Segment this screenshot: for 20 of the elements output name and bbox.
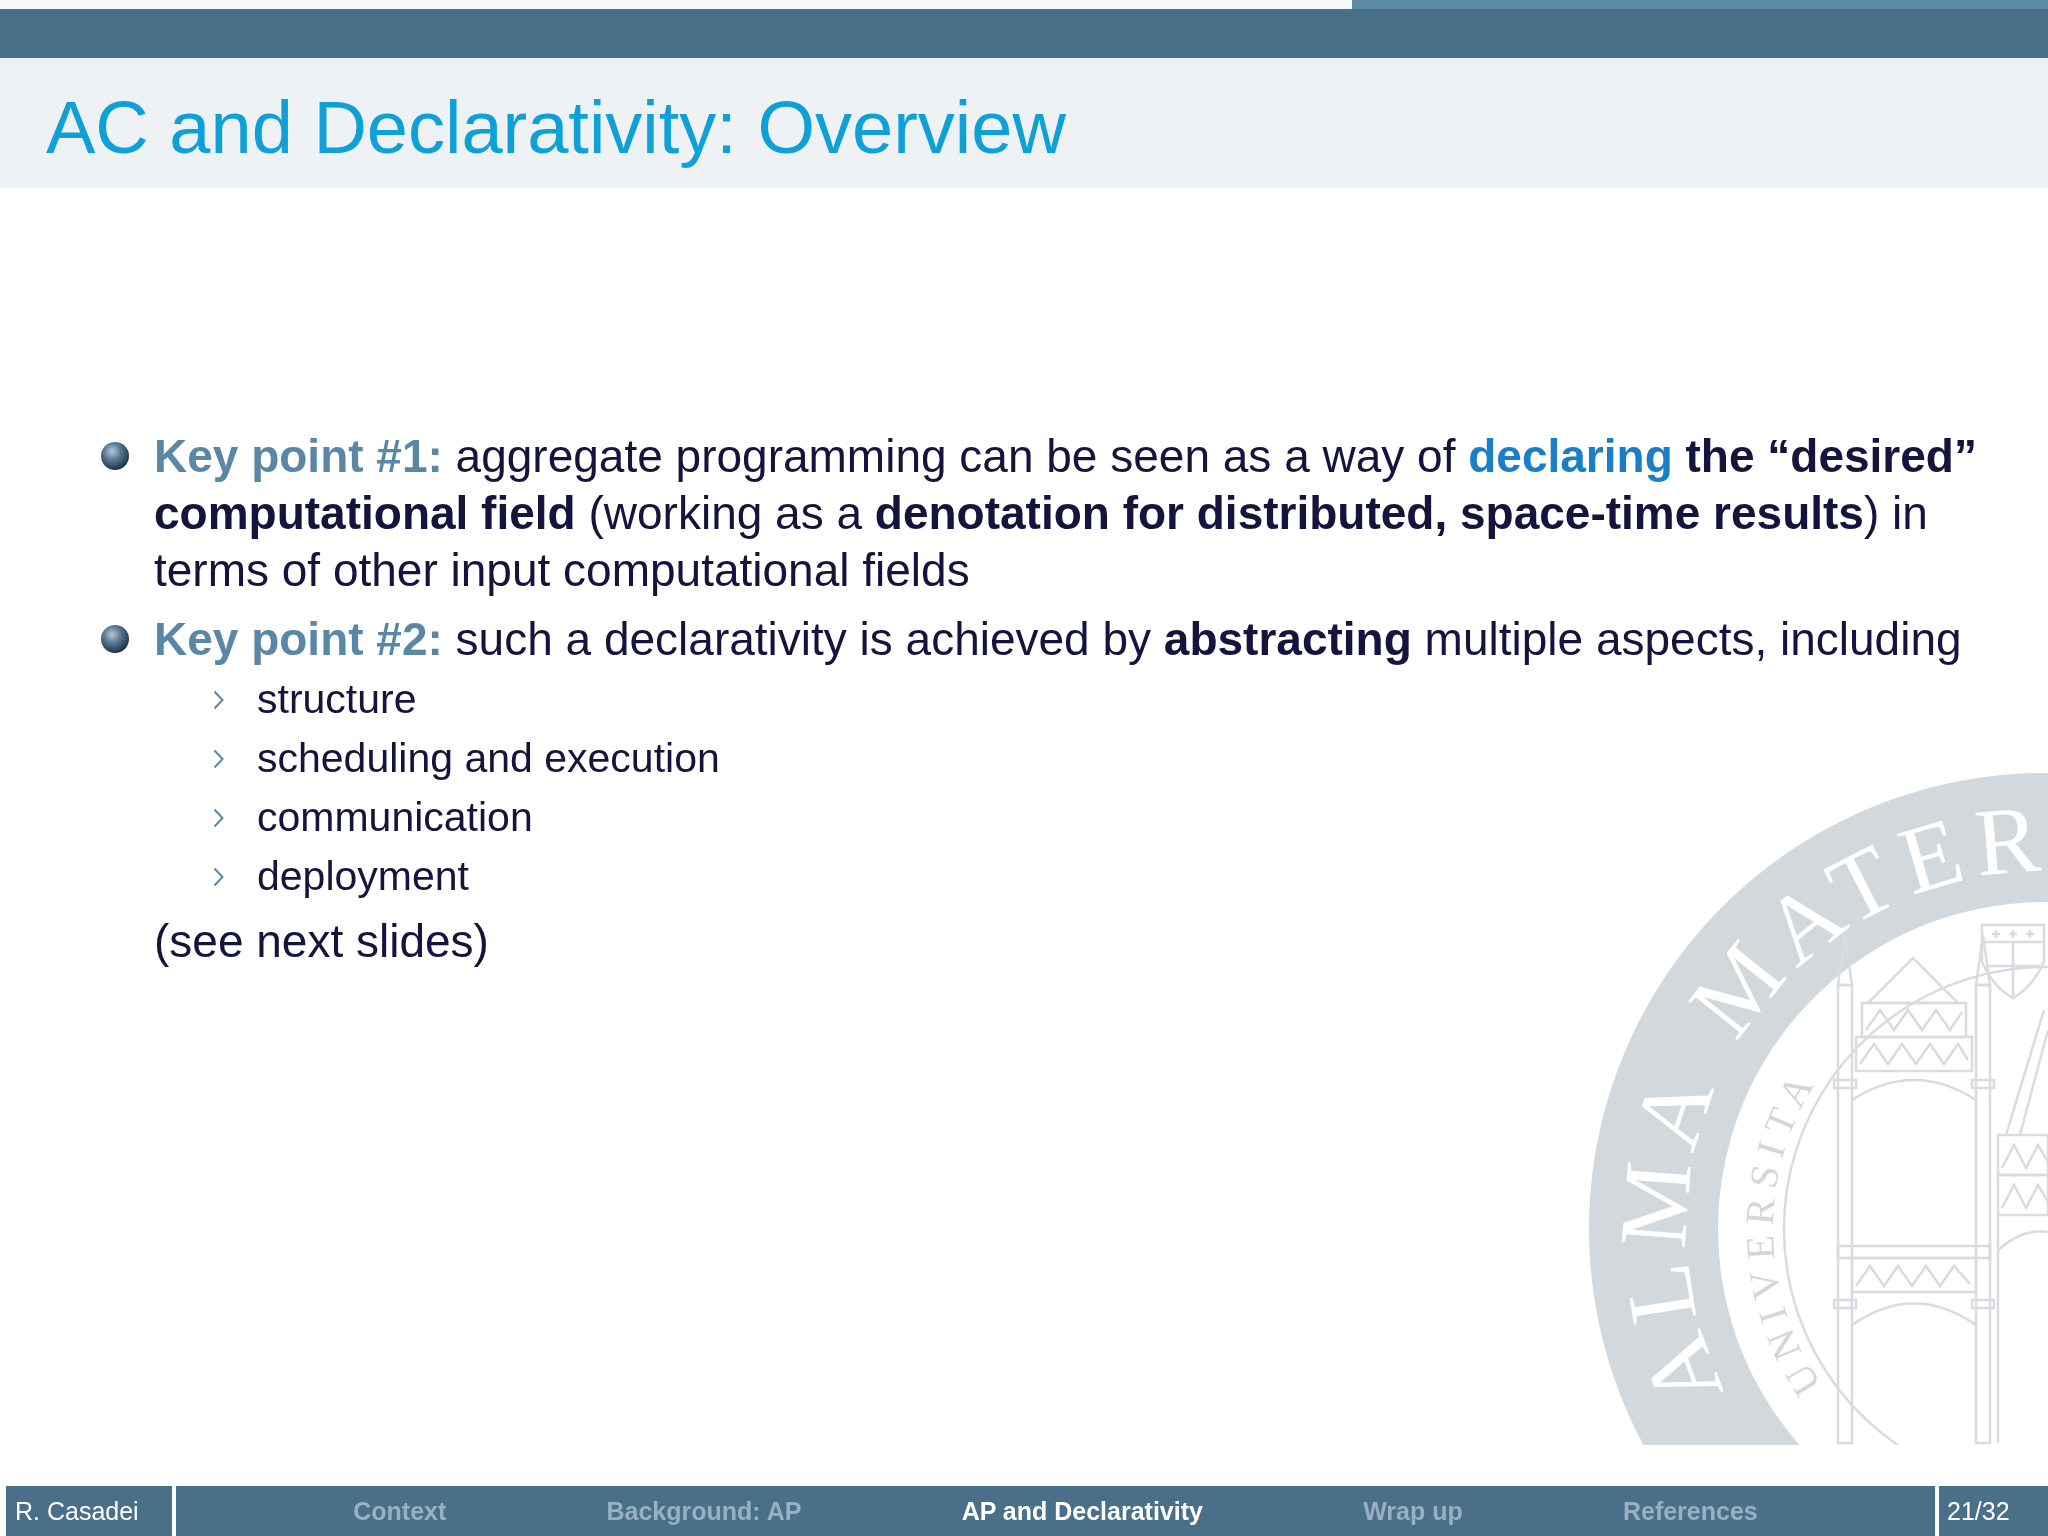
bullet-text: Key point #2: such a declarativity is achieved by abstracting multiple aspects, including (154, 612, 1963, 667)
subitem-text: scheduling and execution (257, 734, 720, 783)
page-number: 21/32 (1939, 1486, 2048, 1536)
chevron-icon (213, 866, 224, 887)
section-link[interactable]: Context (353, 1486, 447, 1536)
subitem-text: structure (257, 675, 417, 724)
sphere-bullet-icon (101, 442, 129, 470)
chevron-icon (213, 689, 224, 710)
sphere-bullet-icon (101, 625, 129, 653)
section-link[interactable]: Wrap up (1363, 1486, 1463, 1536)
author-name: R. Casadei (6, 1486, 172, 1536)
section-link[interactable]: AP and Declarativity (961, 1486, 1203, 1536)
chevron-icon (213, 748, 224, 769)
chevron-icon (213, 807, 224, 828)
subitem-text: deployment (257, 852, 469, 901)
section-link[interactable]: Background: AP (606, 1486, 802, 1536)
section-link[interactable]: References (1622, 1486, 1758, 1536)
subitem-text: communication (257, 793, 533, 842)
slide-title: AC and Declarativity: Overview (46, 87, 1066, 169)
note-text: (see next slides) (154, 914, 489, 969)
